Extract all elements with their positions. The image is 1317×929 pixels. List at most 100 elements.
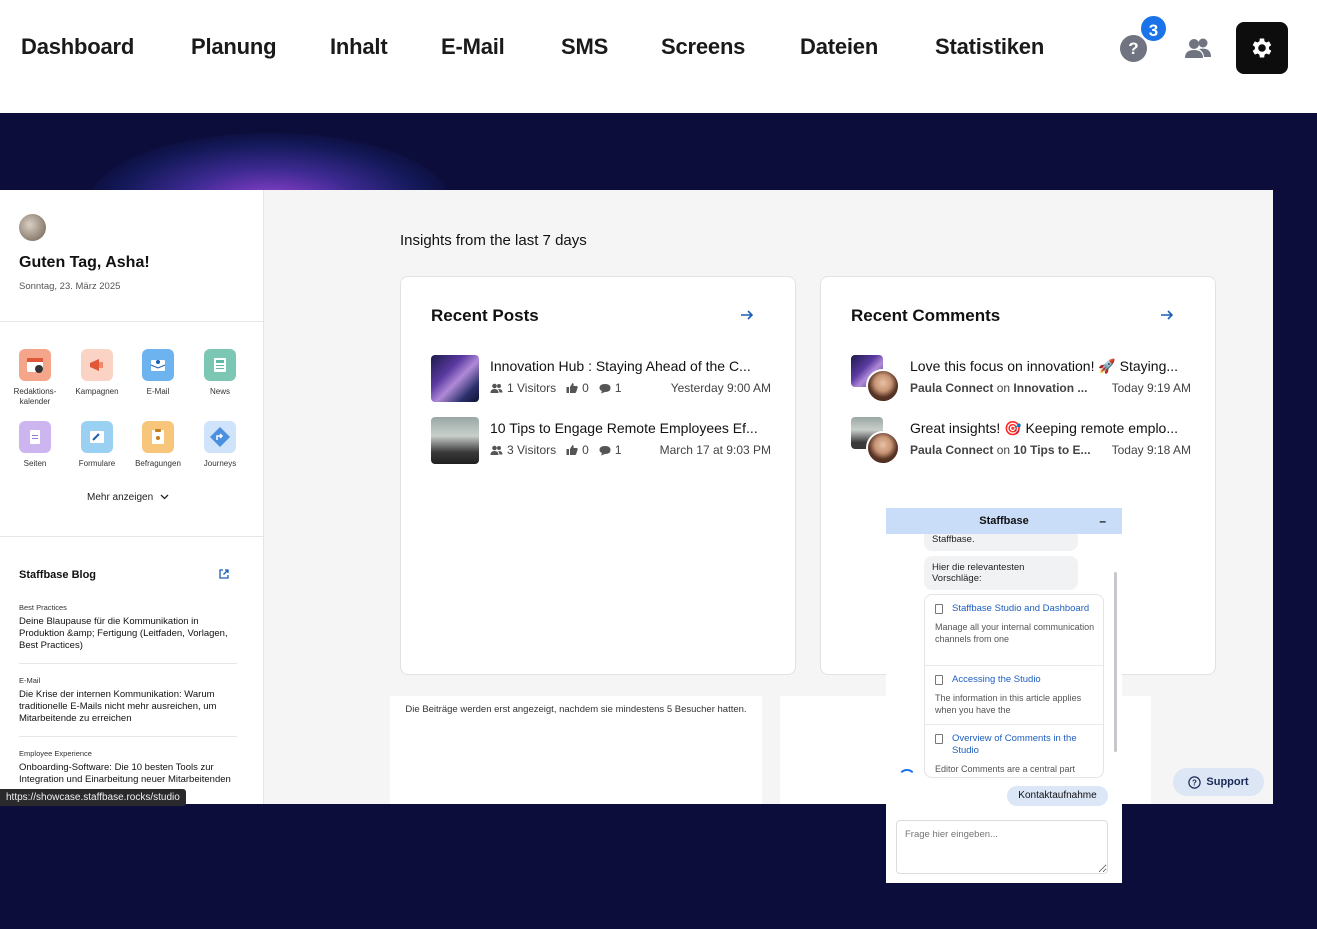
megaphone-icon (81, 349, 113, 381)
chat-widget: Staffbase. Staffbase – Hier die relevant… (886, 508, 1122, 883)
contact-button[interactable]: Kontaktaufnahme (1007, 786, 1108, 806)
suggestion-desc: The information in this article applies … (935, 693, 1082, 715)
chat-question-input[interactable] (896, 820, 1108, 874)
post-thumbnail (431, 417, 479, 464)
app-label: Kampagnen (75, 387, 119, 396)
post-row[interactable]: 10 Tips to Engage Remote Employees Ef...… (431, 417, 771, 465)
comment-row[interactable]: Great insights! 🎯 Keeping remote emplo..… (851, 417, 1191, 465)
app-kampagnen[interactable]: Kampagnen (66, 349, 128, 396)
settings-gear-button[interactable] (1236, 22, 1288, 74)
blog-item[interactable]: Best Practices Deine Blaupause für die K… (19, 603, 237, 652)
blog-headline: Onboarding-Software: Die 10 besten Tools… (19, 762, 231, 785)
blog-headline: Deine Blaupause für die Kommunikation in… (19, 616, 228, 651)
document-icon (935, 675, 943, 685)
comments-count: 1 (614, 381, 622, 395)
news-icon (204, 349, 236, 381)
comment-text: Great insights! 🎯 Keeping remote emplo..… (910, 420, 1179, 436)
visitors-icon (490, 445, 503, 455)
recent-posts-title: Recent Posts (431, 306, 539, 325)
nav-item-statistiken[interactable]: Statistiken (935, 34, 1044, 60)
like-icon (566, 445, 578, 455)
suggestions-list: Staffbase Studio and Dashboard Manage al… (924, 594, 1104, 778)
journey-icon (204, 421, 236, 453)
suggestion-item[interactable]: Overview of Comments in the Studio Edito… (925, 733, 1103, 775)
nav-item-sms[interactable]: SMS (561, 34, 608, 60)
visitors-count: 3 Visitors (507, 443, 557, 457)
status-url: https://showcase.staffbase.rocks/studio (0, 789, 186, 806)
page-icon (19, 421, 51, 453)
comment-meta: Paula Connect on 10 Tips to E... Today 9… (910, 443, 1191, 457)
recent-comments-title: Recent Comments (851, 306, 1001, 325)
chat-title: Staffbase (979, 515, 1029, 527)
blog-category: Employee Experience (19, 749, 92, 758)
support-label: Support (1206, 776, 1249, 788)
app-befragungen[interactable]: Befragungen (127, 421, 189, 468)
app-label: Formulare (78, 459, 116, 468)
posts-notice: Die Beiträge werden erst angezeigt, nach… (405, 704, 747, 715)
email-icon (142, 349, 174, 381)
chat-scrollbar[interactable] (1114, 572, 1117, 752)
comment-thumbnails (851, 355, 900, 403)
app-formulare[interactable]: Formulare (66, 421, 128, 468)
app-label: Redaktions-kalender (13, 387, 57, 406)
app-news[interactable]: News (189, 349, 251, 396)
nav-item-screens[interactable]: Screens (661, 34, 745, 60)
divider (0, 536, 264, 537)
nav-item-dateien[interactable]: Dateien (800, 34, 878, 60)
comment-on-word: on (996, 381, 1011, 395)
post-row[interactable]: Innovation Hub : Staying Ahead of the C.… (431, 355, 771, 403)
comment-on-word: on (996, 443, 1011, 457)
show-more-label: Mehr anzeigen (87, 492, 154, 503)
nav-item-email[interactable]: E-Mail (441, 34, 505, 60)
app-label: Journeys (203, 459, 237, 468)
arrow-right-icon[interactable] (739, 307, 755, 323)
app-redaktionskalender[interactable]: Redaktions-kalender (4, 349, 66, 407)
app-label: Befragungen (135, 459, 181, 468)
comment-author: Paula Connect (910, 381, 994, 395)
external-link-icon[interactable] (218, 568, 230, 580)
support-button[interactable]: ? Support (1173, 768, 1264, 796)
gear-icon (1252, 38, 1272, 58)
divider (0, 321, 264, 322)
header-banner (0, 113, 1317, 190)
comments-count: 1 (614, 443, 622, 457)
comment-row[interactable]: Love this focus on innovation! 🚀 Staying… (851, 355, 1191, 403)
suggestion-title: Accessing the Studio (952, 674, 1041, 685)
suggestion-item[interactable]: Staffbase Studio and Dashboard Manage al… (925, 603, 1103, 645)
post-meta: 1 Visitors 0 1 Yesterday 9:00 AM (490, 381, 771, 395)
app-seiten[interactable]: Seiten (4, 421, 66, 468)
post-title: 10 Tips to Engage Remote Employees Ef... (490, 420, 758, 436)
nav-item-inhalt[interactable]: Inhalt (330, 34, 388, 60)
notification-badge: 3 (1139, 14, 1168, 43)
post-time: Yesterday 9:00 AM (670, 381, 771, 395)
chat-header: Staffbase – (886, 508, 1122, 534)
survey-icon (142, 421, 174, 453)
avatar (866, 369, 900, 403)
visitors-icon (490, 383, 503, 393)
nav-item-dashboard[interactable]: Dashboard (21, 34, 134, 60)
app-email[interactable]: E-Mail (127, 349, 189, 396)
svg-text:?: ? (1192, 778, 1197, 787)
people-icon[interactable] (1183, 34, 1213, 62)
app-label: Seiten (23, 459, 47, 468)
suggestion-desc: Manage all your internal communication c… (935, 622, 1095, 644)
show-more-button[interactable]: Mehr anzeigen (87, 492, 169, 503)
insights-title: Insights from the last 7 days (400, 232, 587, 249)
avatar[interactable] (19, 214, 46, 241)
help-circle-icon: ? (1188, 775, 1202, 789)
app-journeys[interactable]: Journeys (189, 421, 251, 468)
divider (19, 736, 237, 737)
arrow-right-icon[interactable] (1159, 307, 1175, 323)
document-icon (935, 734, 943, 744)
app-label: News (209, 387, 230, 396)
comment-thumbnails (851, 417, 900, 465)
blog-item[interactable]: E-Mail Die Krise der internen Kommunikat… (19, 676, 237, 725)
divider (19, 663, 237, 664)
comment-icon (599, 383, 611, 393)
form-icon (81, 421, 113, 453)
comment-time: Today 9:18 AM (1111, 443, 1191, 457)
nav-item-planung[interactable]: Planung (191, 34, 277, 60)
suggestion-title: Overview of Comments in the Studio (952, 733, 1077, 756)
suggestion-item[interactable]: Accessing the Studio The information in … (925, 674, 1103, 716)
minimize-button[interactable]: – (1099, 508, 1106, 534)
